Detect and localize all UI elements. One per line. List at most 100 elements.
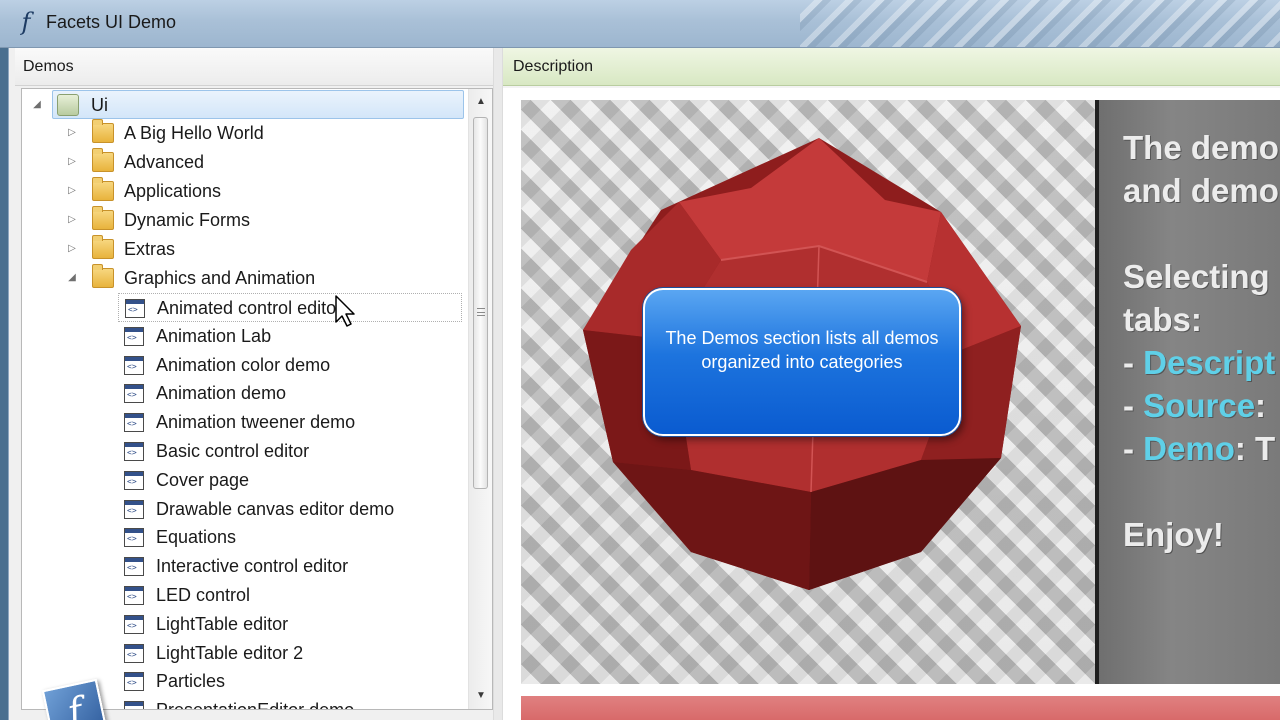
folder-icon <box>92 206 114 230</box>
tree-root-label: Ui <box>91 95 108 115</box>
tree-folder-label: Applications <box>124 181 222 201</box>
title-bar-glass <box>800 0 1280 47</box>
scroll-grip-icon <box>477 308 485 316</box>
slide-text-line: Selecting <box>1123 258 1270 295</box>
facets-logo-icon: f <box>21 8 31 36</box>
demos-tree[interactable]: ◢ Ui ▷ A Big Hello World ▷ Advanced ▷ Ap… <box>21 88 493 710</box>
slide-text-line: - Descript <box>1123 344 1276 381</box>
tree-folder[interactable]: ▷ Dynamic Forms <box>22 206 468 235</box>
slide-text-line: - Source: <box>1123 387 1267 424</box>
tree-item-label: LightTable editor <box>156 614 289 634</box>
folder-icon <box>92 235 114 259</box>
tree-item[interactable]: LightTable editor <box>22 610 468 639</box>
description-slide: The Demos section lists all demos organi… <box>521 100 1280 684</box>
demo-document-icon <box>124 586 144 605</box>
tree-folder-label: Graphics and Animation <box>124 268 316 288</box>
tree-item[interactable]: Drawable canvas editor demo <box>22 495 468 524</box>
tree-item-label: Animated control editor <box>157 298 343 318</box>
folder-icon <box>92 119 114 143</box>
tree-item-label: Drawable canvas editor demo <box>156 499 395 519</box>
tree-item[interactable]: Animation Lab <box>22 322 468 351</box>
demo-document-icon <box>124 327 144 346</box>
expand-arrow-icon[interactable]: ▷ <box>66 127 78 139</box>
description-panel-header: Description <box>503 48 1280 86</box>
slide-text-line: The demo <box>1123 129 1279 166</box>
tree-item[interactable]: Animation color demo <box>22 351 468 380</box>
demo-document-icon <box>125 299 145 318</box>
mouse-cursor-icon <box>335 295 355 327</box>
slide-text-line: Enjoy! <box>1123 516 1224 553</box>
window-body: Demos ◢ Ui ▷ A Big Hello World ▷ Advance… <box>8 48 1280 720</box>
panel-splitter[interactable] <box>493 48 503 720</box>
title-bar[interactable]: f Facets UI Demo <box>0 0 1280 48</box>
scroll-down-arrow-icon[interactable]: ▼ <box>469 685 492 707</box>
demos-panel: Demos ◢ Ui ▷ A Big Hello World ▷ Advance… <box>15 48 493 720</box>
slide-text-line <box>1123 212 1280 255</box>
scroll-up-arrow-icon[interactable]: ▲ <box>469 91 492 113</box>
slide-bottom-bar <box>521 696 1280 720</box>
tree-item-label: Particles <box>156 671 226 691</box>
tree-item[interactable]: LED control <box>22 581 468 610</box>
tree-item[interactable]: Animation tweener demo <box>22 408 468 437</box>
tree-folder[interactable]: ▷ A Big Hello World <box>22 119 468 148</box>
tree-folder[interactable]: ▷ Applications <box>22 177 468 206</box>
tree-item[interactable]: Basic control editor <box>22 437 468 466</box>
tree-item-label: Animation tweener demo <box>156 412 356 432</box>
tree-root-ui[interactable]: ◢ Ui <box>33 90 464 119</box>
demo-document-icon <box>124 701 144 709</box>
tree-item-label: Basic control editor <box>156 441 310 461</box>
tree-folder-label: Extras <box>124 239 176 259</box>
tree-folder[interactable]: ▷ Advanced <box>22 148 468 177</box>
demo-document-icon <box>124 442 144 461</box>
demo-document-icon <box>124 615 144 634</box>
description-panel: Description The Demos section lists all … <box>503 48 1280 720</box>
demo-document-icon <box>124 384 144 403</box>
tree-item-label: Animation demo <box>156 383 287 403</box>
tree-folder-label: Dynamic Forms <box>124 210 251 230</box>
root-folder-icon <box>57 94 79 116</box>
tree-item[interactable]: LightTable editor 2 <box>22 639 468 668</box>
tree-item[interactable]: Equations <box>22 523 468 552</box>
demo-document-icon <box>124 644 144 663</box>
info-callout: The Demos section lists all demos organi… <box>643 288 961 436</box>
tree-scrollbar[interactable]: ▲ ▼ <box>468 89 492 709</box>
tree-item[interactable]: Interactive control editor <box>22 552 468 581</box>
folder-icon <box>92 148 114 172</box>
demo-document-icon <box>124 672 144 691</box>
slide-text: The demo and demo Selecting tabs: - Desc… <box>1123 126 1280 556</box>
slide-text-line <box>1123 470 1280 513</box>
tree-item-label: Equations <box>156 527 237 547</box>
tree-folder-label: A Big Hello World <box>124 123 264 143</box>
slide-text-line: - Demo: T <box>1123 430 1276 467</box>
tree-item[interactable]: Animation demo <box>22 379 468 408</box>
collapse-arrow-icon[interactable]: ◢ <box>31 99 43 111</box>
collapse-arrow-icon[interactable]: ◢ <box>66 272 78 284</box>
demo-document-icon <box>124 471 144 490</box>
demo-document-icon <box>124 557 144 576</box>
expand-arrow-icon[interactable]: ▷ <box>66 214 78 226</box>
tree-item-label: PresentationEditor demo <box>156 700 355 710</box>
tree-item-label: LightTable editor 2 <box>156 643 304 663</box>
tree-item-label: LED control <box>156 585 251 605</box>
tree-item[interactable]: Cover page <box>22 466 468 495</box>
tree-folder-expanded[interactable]: ◢ Graphics and Animation <box>22 264 468 293</box>
demos-panel-header: Demos <box>15 48 493 86</box>
folder-icon <box>92 177 114 201</box>
tree-item-label: Cover page <box>156 470 250 490</box>
folder-icon <box>92 264 114 288</box>
tree-item-hovered[interactable]: Animated control editor <box>118 293 462 322</box>
tree-item-label: Interactive control editor <box>156 556 349 576</box>
demo-document-icon <box>124 500 144 519</box>
tree-item-label: Animation color demo <box>156 355 331 375</box>
tree-folder-label: Advanced <box>124 152 205 172</box>
window-title: Facets UI Demo <box>46 12 177 32</box>
slide-text-line: tabs: <box>1123 301 1202 338</box>
scroll-thumb[interactable] <box>473 117 488 489</box>
expand-arrow-icon[interactable]: ▷ <box>66 156 78 168</box>
tree-folder[interactable]: ▷ Extras <box>22 235 468 264</box>
expand-arrow-icon[interactable]: ▷ <box>66 243 78 255</box>
expand-arrow-icon[interactable]: ▷ <box>66 185 78 197</box>
description-content: The Demos section lists all demos organi… <box>503 88 1280 720</box>
demo-document-icon <box>124 528 144 547</box>
slide-text-line: and demo <box>1123 172 1279 209</box>
